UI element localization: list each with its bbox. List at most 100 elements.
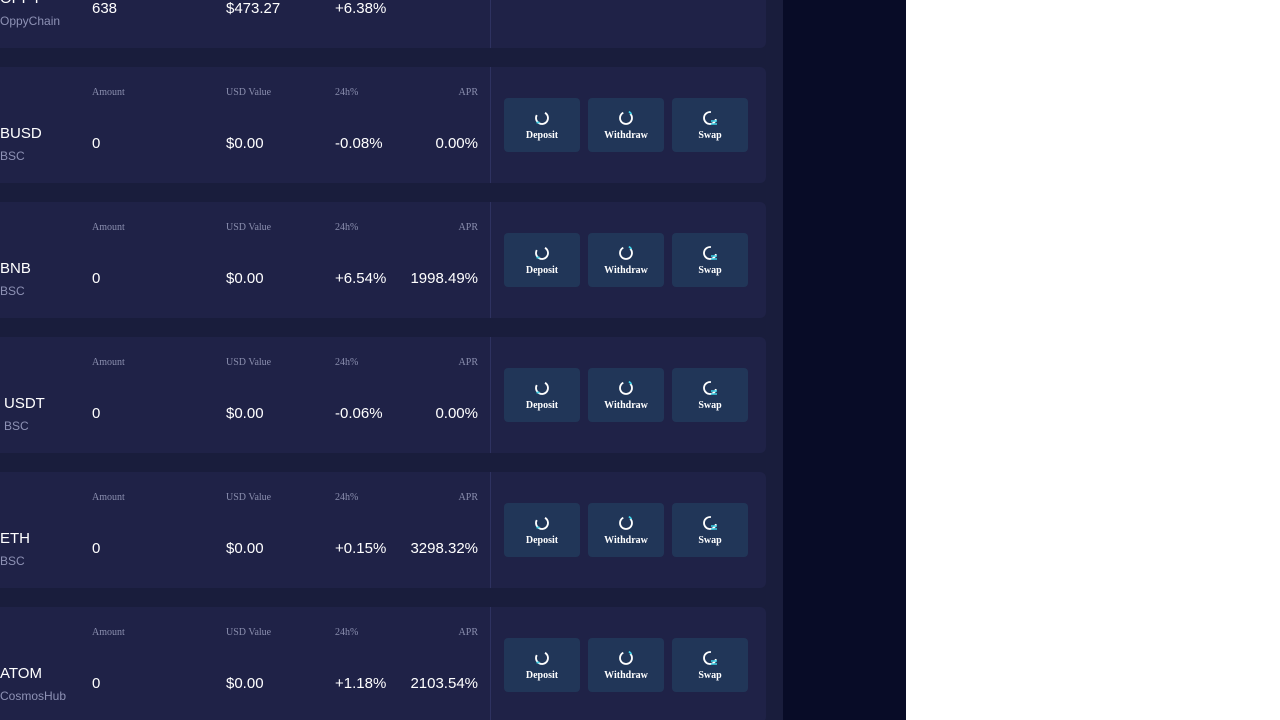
apr-value: 0.00% <box>435 135 478 152</box>
apr-value: 1998.49% <box>410 270 478 287</box>
apr-value: 3298.32% <box>410 540 478 557</box>
row-divider <box>490 202 491 318</box>
asset-symbol: ETH <box>0 530 30 547</box>
amount-value: 0 <box>92 270 101 287</box>
change-24h-header: 24h% <box>335 222 359 233</box>
swap-refresh-icon <box>703 111 717 125</box>
asset-row-oppy: OPPY OppyChain 638 $473.27 +6.38% <box>0 0 766 48</box>
usd-value: $473.27 <box>226 0 281 17</box>
amount-header: Amount <box>92 492 125 503</box>
asset-chain: BSC <box>4 419 29 433</box>
asset-row-bnb: Amount USD Value 24h% APR BNB BSC 0 $0.0… <box>0 202 766 318</box>
withdraw-button-label: Withdraw <box>604 535 648 546</box>
withdraw-button-label: Withdraw <box>604 130 648 141</box>
swap-button-label: Swap <box>698 670 722 681</box>
change-24h-value: +1.18% <box>335 675 387 692</box>
withdraw-button[interactable]: Withdraw <box>588 233 664 287</box>
deposit-button-label: Deposit <box>525 265 559 276</box>
change-24h-value: -0.06% <box>335 405 383 422</box>
deposit-refresh-icon <box>535 651 549 665</box>
asset-row-atom: Amount USD Value 24h% APR ATOM CosmosHub… <box>0 607 766 720</box>
swap-button[interactable]: Swap <box>672 368 748 422</box>
withdraw-button[interactable]: Withdraw <box>588 638 664 692</box>
withdraw-button[interactable]: Withdraw <box>588 368 664 422</box>
asset-chain: BSC <box>0 149 25 163</box>
swap-refresh-icon <box>703 246 717 260</box>
usd-value-header: USD Value <box>226 627 272 638</box>
change-24h-value: +6.54% <box>335 270 387 287</box>
row-divider <box>490 337 491 453</box>
deposit-button[interactable]: Deposit <box>504 638 580 692</box>
deposit-button-label: Deposit <box>525 670 559 681</box>
usd-value-header: USD Value <box>226 357 272 368</box>
deposit-refresh-icon <box>535 381 549 395</box>
asset-list-panel[interactable]: OPPY OppyChain 638 $473.27 +6.38% Amount… <box>0 0 783 720</box>
usd-value: $0.00 <box>226 135 264 152</box>
change-24h-header: 24h% <box>335 492 359 503</box>
withdraw-refresh-icon <box>619 110 633 125</box>
withdraw-button-label: Withdraw <box>604 265 648 276</box>
swap-button-label: Swap <box>698 400 722 411</box>
deposit-refresh-icon <box>535 516 549 530</box>
amount-value: 0 <box>92 135 101 152</box>
swap-button-label: Swap <box>698 535 722 546</box>
amount-header: Amount <box>92 87 125 98</box>
usd-value-header: USD Value <box>226 222 272 233</box>
amount-header: Amount <box>92 627 125 638</box>
apr-header: APR <box>458 222 478 233</box>
apr-header: APR <box>458 492 478 503</box>
deposit-refresh-icon <box>535 246 549 260</box>
withdraw-refresh-icon <box>619 650 633 665</box>
withdraw-button[interactable]: Withdraw <box>588 503 664 557</box>
withdraw-button[interactable]: Withdraw <box>588 98 664 152</box>
asset-chain: BSC <box>0 284 25 298</box>
deposit-button[interactable]: Deposit <box>504 368 580 422</box>
asset-symbol: ATOM <box>0 665 42 682</box>
row-divider <box>490 607 491 720</box>
row-divider <box>490 472 491 588</box>
app-background: OPPY OppyChain 638 $473.27 +6.38% Amount… <box>0 0 906 720</box>
swap-button-label: Swap <box>698 130 722 141</box>
change-24h-header: 24h% <box>335 627 359 638</box>
asset-chain: CosmosHub <box>0 689 67 703</box>
change-24h-value: -0.08% <box>335 135 383 152</box>
usd-value-header: USD Value <box>226 492 272 503</box>
amount-header: Amount <box>92 222 125 233</box>
withdraw-refresh-icon <box>619 380 633 395</box>
asset-row-busd: Amount USD Value 24h% APR BUSD BSC 0 $0.… <box>0 67 766 183</box>
withdraw-refresh-icon <box>619 245 633 260</box>
usd-value: $0.00 <box>226 405 264 422</box>
withdraw-button-label: Withdraw <box>604 400 648 411</box>
asset-row-eth: Amount USD Value 24h% APR ETH BSC 0 $0.0… <box>0 472 766 588</box>
row-divider <box>490 67 491 183</box>
swap-refresh-icon <box>703 651 717 665</box>
swap-button[interactable]: Swap <box>672 233 748 287</box>
change-24h-header: 24h% <box>335 357 359 368</box>
change-24h-header: 24h% <box>335 87 359 98</box>
deposit-button[interactable]: Deposit <box>504 233 580 287</box>
swap-button[interactable]: Swap <box>672 98 748 152</box>
deposit-button-label: Deposit <box>525 535 559 546</box>
swap-button[interactable]: Swap <box>672 503 748 557</box>
asset-symbol: USDT <box>4 395 45 412</box>
amount-value: 638 <box>92 0 118 17</box>
deposit-button[interactable]: Deposit <box>504 503 580 557</box>
asset-symbol: BUSD <box>0 125 42 142</box>
withdraw-refresh-icon <box>619 515 633 530</box>
asset-symbol: OPPY <box>0 0 42 8</box>
amount-value: 0 <box>92 675 101 692</box>
deposit-button-label: Deposit <box>525 130 559 141</box>
asset-chain: BSC <box>0 554 25 568</box>
deposit-button[interactable]: Deposit <box>504 98 580 152</box>
apr-value: 2103.54% <box>410 675 478 692</box>
swap-button[interactable]: Swap <box>672 638 748 692</box>
apr-value: 0.00% <box>435 405 478 422</box>
deposit-refresh-icon <box>535 111 549 125</box>
usd-value-header: USD Value <box>226 87 272 98</box>
amount-value: 0 <box>92 540 101 557</box>
asset-row-usdt: Amount USD Value 24h% APR USDT BSC 0 $0.… <box>0 337 766 453</box>
deposit-button-label: Deposit <box>525 400 559 411</box>
amount-header: Amount <box>92 357 125 368</box>
row-divider <box>490 0 491 48</box>
apr-header: APR <box>458 627 478 638</box>
